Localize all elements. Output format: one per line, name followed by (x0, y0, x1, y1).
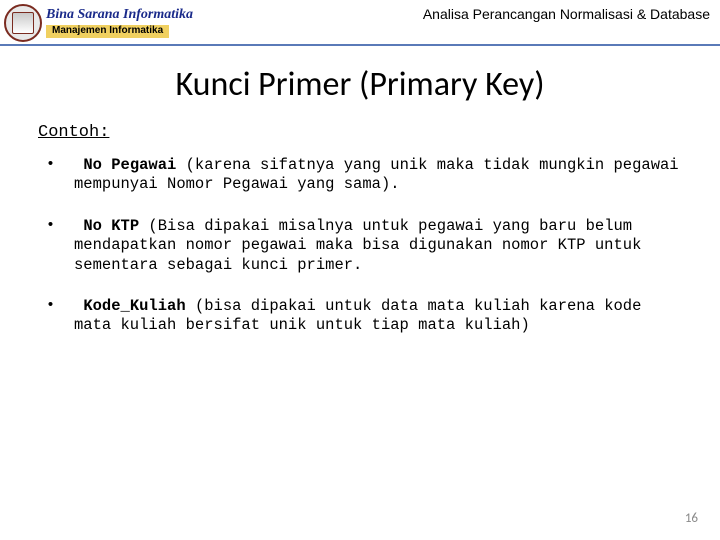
header: Bina Sarana Informatika Manajemen Inform… (0, 0, 720, 42)
list-item: Kode_Kuliah (bisa dipakai untuk data mat… (40, 297, 680, 336)
list-item: No Pegawai (karena sifatnya yang unik ma… (40, 156, 680, 195)
institution-logo-block: Bina Sarana Informatika Manajemen Inform… (4, 4, 193, 42)
term: Kode_Kuliah (83, 297, 185, 315)
bullet-list: No Pegawai (karena sifatnya yang unik ma… (40, 156, 680, 336)
list-item: No KTP (Bisa dipakai misalnya untuk pega… (40, 217, 680, 275)
term: No Pegawai (83, 156, 176, 174)
course-title: Analisa Perancangan Normalisasi & Databa… (423, 4, 710, 22)
department-label: Manajemen Informatika (46, 25, 169, 38)
term: No KTP (83, 217, 139, 235)
page-number: 16 (685, 511, 698, 526)
header-divider (0, 44, 720, 46)
institution-logo-icon (4, 4, 42, 42)
desc: (Bisa dipakai misalnya untuk pegawai yan… (74, 217, 641, 274)
institution-name: Bina Sarana Informatika (46, 8, 193, 23)
institution-text: Bina Sarana Informatika Manajemen Inform… (46, 8, 193, 37)
slide-title: Kunci Primer (Primary Key) (0, 64, 720, 105)
subheading: Contoh: (38, 123, 720, 142)
